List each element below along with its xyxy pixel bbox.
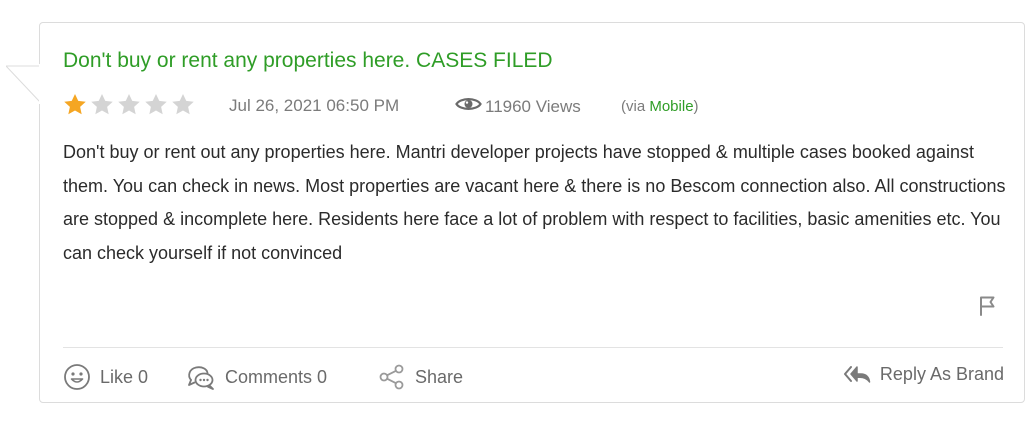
review-card: Don't buy or rent any properties here. C…	[39, 22, 1025, 403]
star-icon	[170, 93, 196, 117]
eye-icon	[455, 96, 482, 117]
reply-label: Reply As Brand	[879, 363, 1004, 384]
review-date: Jul 26, 2021 06:50 PM	[229, 96, 400, 115]
divider	[63, 347, 1003, 348]
smiley-icon	[63, 363, 91, 391]
reply-as-brand-button[interactable]: Reply As Brand	[843, 363, 1004, 385]
chat-bubbles-icon	[186, 363, 216, 391]
card-pointer	[6, 64, 40, 104]
star-icon	[62, 93, 88, 117]
views-label: 11960 Views	[485, 96, 581, 116]
star-rating	[62, 93, 196, 117]
like-button[interactable]: Like 0	[63, 363, 148, 391]
via-prefix: (via	[621, 98, 650, 115]
share-button[interactable]: Share	[378, 363, 463, 391]
review-source: (via Mobile)	[621, 98, 699, 115]
flag-icon[interactable]	[977, 295, 999, 322]
comments-label: Comments 0	[225, 366, 328, 387]
share-icon	[378, 363, 406, 391]
review-title[interactable]: Don't buy or rent any properties here. C…	[63, 49, 553, 73]
via-source: Mobile	[649, 98, 694, 115]
star-icon	[89, 93, 115, 117]
via-suffix: )	[693, 98, 699, 115]
comments-button[interactable]: Comments 0	[186, 363, 327, 391]
reply-all-icon	[843, 363, 871, 385]
review-meta: Jul 26, 2021 06:50 PM 11960 Views (via M…	[62, 93, 762, 119]
like-label: Like 0	[100, 366, 149, 387]
review-body: Don't buy or rent out any properties her…	[63, 142, 1006, 263]
view-count: 11960 Views	[455, 96, 581, 117]
star-icon	[143, 93, 169, 117]
review-actions: Like 0 Comments 0 Share Reply As Brand	[63, 363, 1004, 393]
star-icon	[116, 93, 142, 117]
share-label: Share	[415, 366, 464, 387]
